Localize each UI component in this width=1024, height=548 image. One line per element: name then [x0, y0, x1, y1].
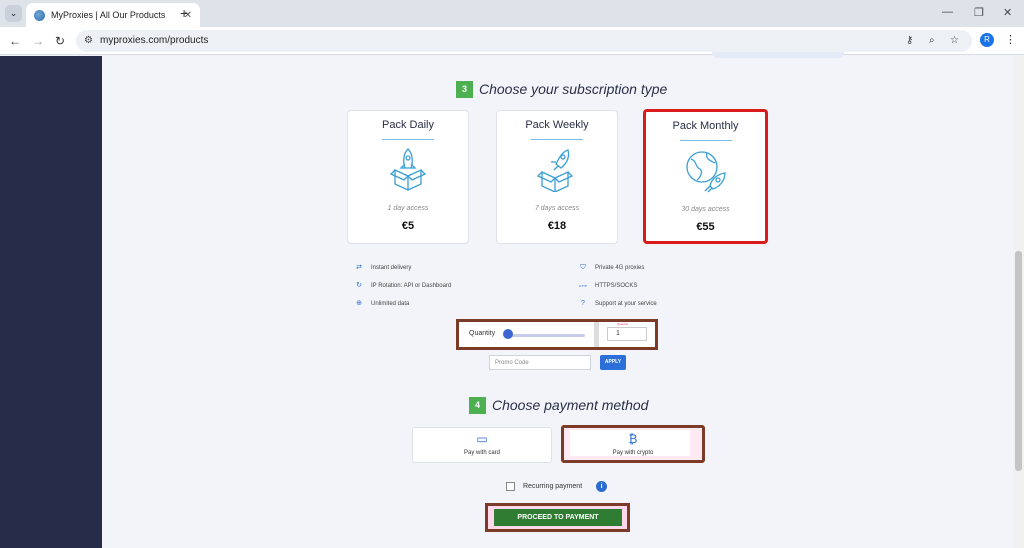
step-title: Choose payment method	[492, 397, 649, 413]
tab-search-button[interactable]: ⌄	[5, 5, 22, 22]
plan-name: Pack Monthly	[672, 120, 739, 132]
profile-avatar[interactable]: R	[980, 33, 994, 47]
rocket-box-icon	[536, 149, 574, 193]
restore-icon[interactable]: ❐	[974, 6, 984, 19]
site-info-icon[interactable]: ⚙	[84, 35, 93, 46]
step-title: Choose your subscription type	[479, 81, 668, 97]
quantity-slider-track[interactable]	[505, 334, 585, 337]
infinity-icon: ⊕	[356, 300, 362, 307]
quantity-selector: Quantity Quantity 1	[456, 319, 658, 350]
browser-tab[interactable]: MyProxies | All Our Products ✕	[26, 3, 200, 27]
payment-label: Pay with card	[463, 450, 500, 456]
browser-toolbar: ← → ↻ ⚙ myproxies.com/products ⚷ ⌕ ☆ R ⋮	[0, 27, 1024, 55]
help-icon: ?	[581, 300, 585, 307]
plan-access: 7 days access	[534, 205, 580, 212]
rocket-box-icon	[389, 148, 427, 191]
step-number: 3	[456, 80, 473, 98]
tab-title: MyProxies | All Our Products	[51, 10, 166, 20]
feature-item: ↻ IP Rotation: API or Dashboard	[356, 282, 452, 289]
quantity-label: Quantity	[469, 330, 496, 337]
back-icon[interactable]: ←	[9, 34, 21, 48]
proceed-highlight: PROCEED TO PAYMENT	[485, 503, 630, 532]
delivery-icon: ⇄	[356, 264, 362, 271]
menu-icon[interactable]: ⋮	[1005, 33, 1016, 46]
feature-item: ⛉ Private 4G proxies	[580, 264, 645, 271]
recurring-label: Recurring payment	[523, 483, 583, 490]
url-text: myproxies.com/products	[100, 35, 209, 46]
close-window-icon[interactable]: ✕	[1003, 6, 1012, 19]
new-tab-button[interactable]: +	[180, 5, 188, 21]
site-sidebar	[0, 56, 102, 548]
info-icon[interactable]: i	[596, 481, 608, 492]
minimize-icon[interactable]: —	[942, 6, 953, 18]
decorative-tab	[712, 52, 844, 58]
payment-label: Pay with crypto	[612, 450, 654, 456]
plan-card-daily[interactable]: Pack Daily 1 day access €5	[347, 110, 469, 244]
plan-access: 1 day access	[387, 205, 429, 212]
pay-with-crypto-option[interactable]: ₿ Pay with crypto	[561, 425, 705, 463]
feature-item: ⇄ Instant delivery	[356, 264, 412, 271]
address-bar[interactable]: ⚙ myproxies.com/products ⚷ ⌕ ☆	[76, 30, 972, 52]
quantity-slider-handle[interactable]	[503, 329, 513, 339]
plan-price: €18	[547, 220, 567, 232]
bitcoin-icon: ₿	[628, 432, 638, 446]
step-3-heading: 3 Choose your subscription type	[456, 79, 667, 99]
globe-favicon-icon	[34, 9, 45, 21]
plan-card-weekly[interactable]: Pack Weekly 7 days access €18	[496, 110, 618, 244]
password-key-icon[interactable]: ⚷	[906, 35, 913, 46]
rotation-icon: ↻	[356, 282, 362, 289]
http-icon: HTTP	[579, 284, 587, 288]
bookmark-star-icon[interactable]: ☆	[950, 35, 959, 46]
credit-card-icon: ▭	[476, 432, 488, 446]
plan-card-monthly[interactable]: Pack Monthly 30 days access €55	[643, 109, 768, 244]
recurring-checkbox[interactable]	[506, 482, 515, 491]
tab-strip: ⌄ MyProxies | All Our Products ✕ + — ❐ ✕	[0, 0, 1024, 27]
plan-price: €5	[401, 220, 415, 232]
quantity-input[interactable]: 1	[607, 327, 647, 341]
zoom-icon[interactable]: ⌕	[929, 35, 935, 46]
pay-with-card-option[interactable]: ▭ Pay with card	[412, 427, 552, 463]
recurring-payment: Recurring payment i	[506, 481, 608, 492]
plan-price: €55	[696, 221, 715, 233]
feature-item: HTTP HTTPS/SOCKS	[579, 283, 638, 289]
shield-icon: ⛉	[580, 264, 586, 271]
step-4-heading: 4 Choose payment method	[469, 395, 648, 415]
promo-code-input[interactable]: Promo Code	[489, 355, 591, 370]
proceed-to-payment-button[interactable]: PROCEED TO PAYMENT	[494, 509, 622, 526]
feature-item: ⊕ Unlimited data	[356, 300, 410, 307]
apply-button[interactable]: APPLY	[600, 355, 626, 370]
reload-icon[interactable]: ↻	[55, 34, 65, 48]
plan-name: Pack Daily	[382, 119, 434, 131]
plan-name: Pack Weekly	[525, 119, 589, 131]
feature-item: ? Support at your service	[579, 300, 657, 308]
globe-rocket-icon	[685, 151, 726, 193]
forward-icon[interactable]: →	[32, 34, 44, 48]
scrollbar[interactable]	[1013, 56, 1024, 548]
scrollbar-thumb[interactable]	[1015, 251, 1022, 471]
plan-access: 30 days access	[681, 206, 730, 213]
step-number: 4	[469, 396, 486, 414]
